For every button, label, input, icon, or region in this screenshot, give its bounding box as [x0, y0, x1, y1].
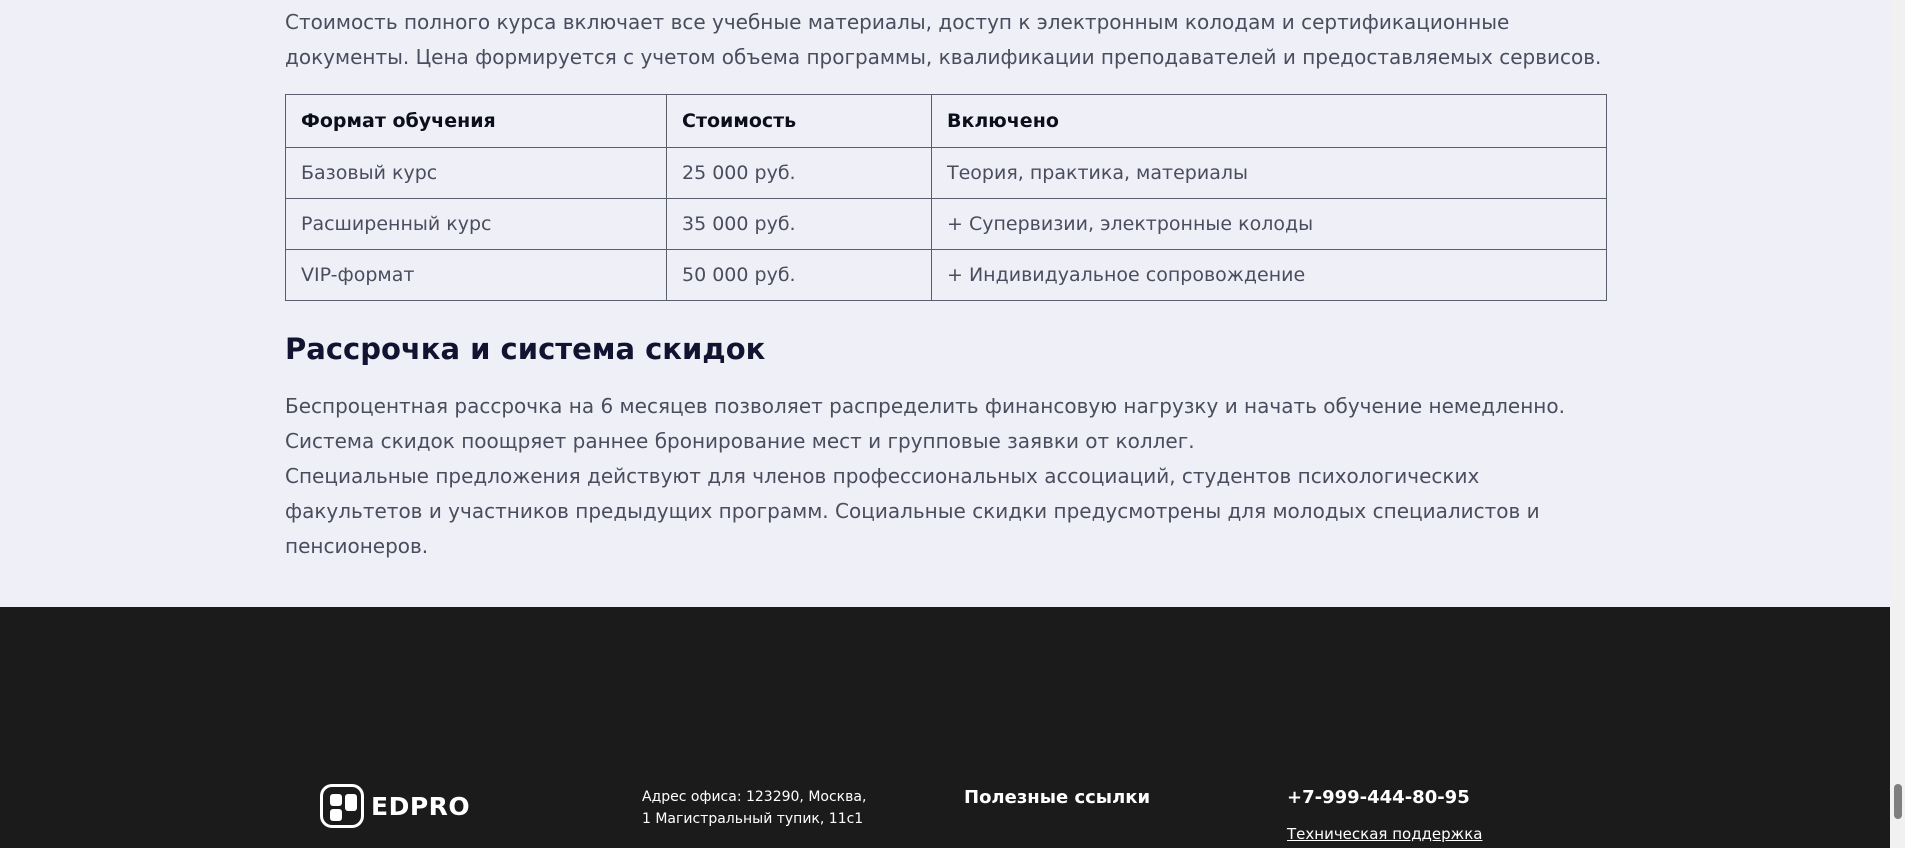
table-header-cell: Стоимость — [666, 94, 932, 148]
table-cell: Расширенный курс — [285, 198, 667, 250]
installment-paragraph: Беспроцентная рассрочка на 6 месяцев поз… — [285, 394, 1565, 453]
page: Стоимость полного курса включает все уче… — [0, 0, 1890, 848]
scrollbar-thumb[interactable] — [1894, 784, 1902, 819]
table-header-row: Формат обучения Стоимость Включено — [285, 94, 1607, 148]
table-header-cell: Включено — [931, 94, 1607, 148]
table-cell: VIP-формат — [285, 249, 667, 301]
table-cell: Базовый курс — [285, 147, 667, 199]
table-header-cell: Формат обучения — [285, 94, 667, 148]
useful-links-title: Полезные ссылки — [964, 787, 1151, 808]
table-row: Расширенный курс 35 000 руб. + Супервизи… — [285, 198, 1607, 250]
footer-logo[interactable]: EDPRO — [320, 784, 470, 828]
footer: EDPRO Адрес офиса: 123290, Москва, 1 Маг… — [0, 607, 1890, 848]
table-cell: Теория, практика, материалы — [931, 147, 1607, 199]
table-cell: 35 000 руб. — [666, 198, 932, 250]
price-table: Формат обучения Стоимость Включено Базов… — [285, 94, 1607, 301]
intro-paragraph: Стоимость полного курса включает все уче… — [285, 10, 1602, 69]
office-address: Адрес офиса: 123290, Москва, 1 Магистрал… — [642, 789, 867, 827]
tech-support-link[interactable]: Техническая поддержка — [1287, 825, 1482, 843]
section-body: Беспроцентная рассрочка на 6 месяцев поз… — [285, 389, 1606, 564]
logo-icon — [320, 784, 364, 828]
main-content: Стоимость полного курса включает все уче… — [0, 0, 1890, 607]
section-title: Рассрочка и система скидок — [285, 332, 766, 366]
page-scrollbar[interactable] — [1890, 0, 1905, 848]
table-cell: + Супервизии, электронные колоды — [931, 198, 1607, 250]
table-cell: + Индивидуальное сопровождение — [931, 249, 1607, 301]
table-cell: 25 000 руб. — [666, 147, 932, 199]
special-offers-paragraph: Специальные предложения действуют для чл… — [285, 464, 1540, 558]
table-cell: 50 000 руб. — [666, 249, 932, 301]
table-row: VIP-формат 50 000 руб. + Индивидуальное … — [285, 249, 1607, 301]
phone-link[interactable]: +7-999-444-80-95 — [1287, 787, 1470, 808]
table-row: Базовый курс 25 000 руб. Теория, практик… — [285, 147, 1607, 199]
logo-text: EDPRO — [371, 791, 471, 821]
